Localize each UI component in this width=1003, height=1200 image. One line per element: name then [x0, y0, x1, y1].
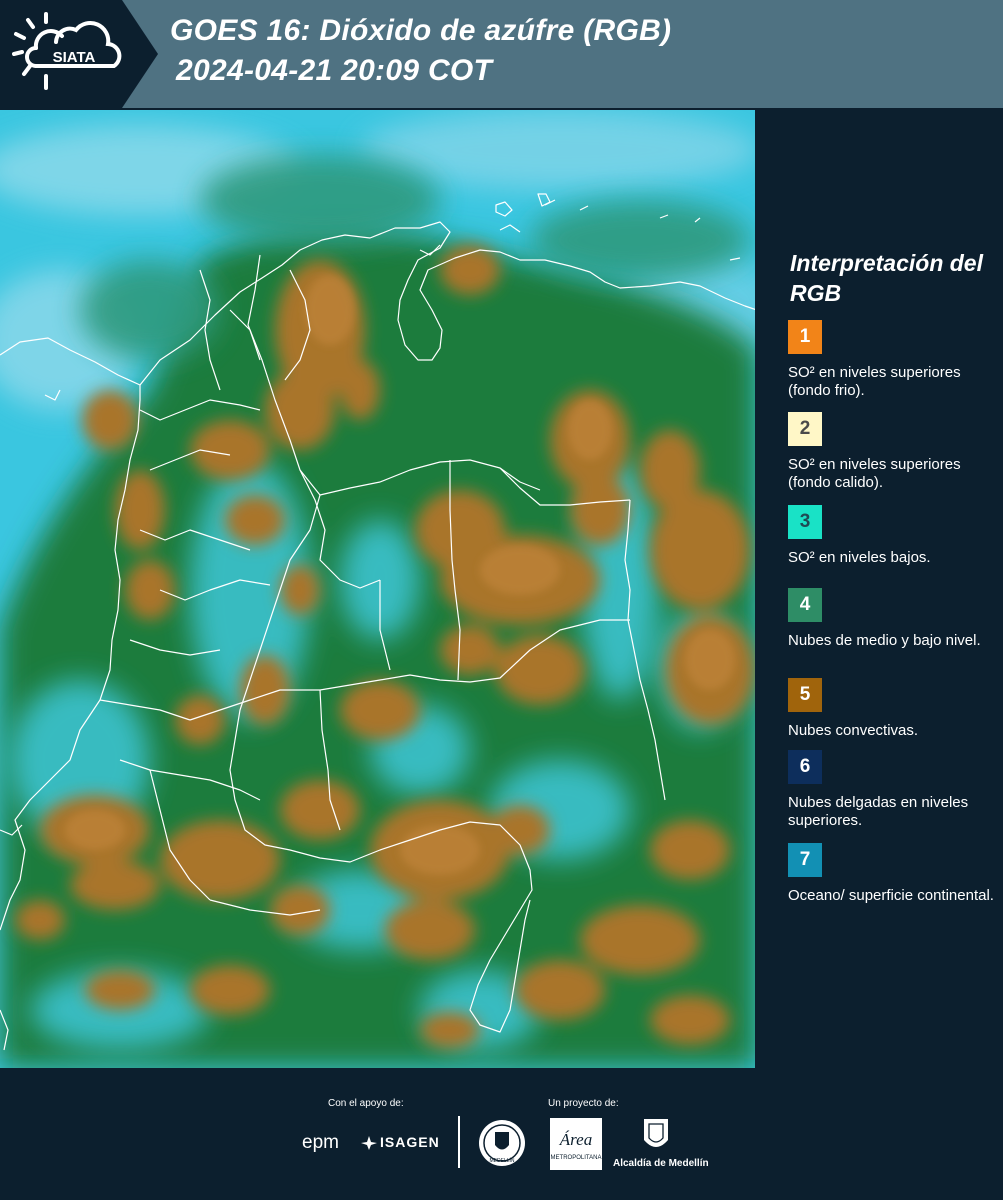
- legend-item: 7 Oceano/ superficie continental.: [788, 843, 998, 905]
- legend-swatch: 1: [788, 320, 822, 354]
- footer: Con el apoyo de: epm ISAGEN Un proyecto …: [0, 1070, 1003, 1200]
- legend-swatch: 6: [788, 750, 822, 784]
- support-label: Con el apoyo de:: [328, 1098, 404, 1109]
- logo-block: SIATA: [0, 0, 158, 108]
- medellin-seal-icon: MEDELLÍN: [479, 1120, 525, 1166]
- legend-description: SO² en niveles superiores (fondo calido)…: [788, 456, 961, 491]
- legend-description: Nubes convectivas.: [788, 722, 919, 739]
- legend-item: 3 SO² en niveles bajos.: [788, 505, 998, 567]
- legend-description: Nubes delgadas en niveles superiores.: [788, 794, 969, 829]
- legend-swatch: 4: [788, 588, 822, 622]
- sponsor-isagen-logo: ISAGEN: [380, 1134, 440, 1150]
- siata-logo: SIATA: [12, 12, 122, 90]
- area-logo-text: Área: [559, 1130, 592, 1149]
- page-timestamp: 2024-04-21 20:09 COT: [176, 54, 493, 87]
- satellite-map[interactable]: [0, 110, 757, 1068]
- area-logo-subtext: METROPOLITANA: [551, 1155, 602, 1161]
- project-label: Un proyecto de:: [548, 1098, 619, 1109]
- footer-divider: [458, 1116, 460, 1168]
- legend-title: Interpretación del RGB: [790, 250, 983, 306]
- logo-text: SIATA: [53, 49, 96, 66]
- page-title: GOES 16: Dióxido de azúfre (RGB): [170, 14, 672, 47]
- header-bar: SIATA GOES 16: Dióxido de azúfre (RGB) 2…: [0, 0, 1003, 108]
- legend-swatch: 3: [788, 505, 822, 539]
- legend-description: SO² en niveles bajos.: [788, 549, 931, 566]
- isagen-icon: [361, 1136, 377, 1150]
- legend-swatch: 2: [788, 412, 822, 446]
- sponsor-epm-logo: epm: [302, 1132, 339, 1153]
- legend-swatch: 7: [788, 843, 822, 877]
- legend-item: 1 SO² en niveles superiores (fondo frio).: [788, 320, 998, 400]
- legend-description: Nubes de medio y bajo nivel.: [788, 632, 981, 649]
- rgb-composite-image: [0, 110, 757, 1068]
- legend-item: 4 Nubes de medio y bajo nivel.: [788, 588, 998, 650]
- alcaldia-logo-text: Alcaldía de Medellín: [613, 1158, 709, 1169]
- medellin-seal-text: MEDELLÍN: [489, 1157, 514, 1164]
- legend-item: 2 SO² en niveles superiores (fondo calido…: [788, 412, 998, 492]
- legend-item: 5 Nubes convectivas.: [788, 678, 998, 740]
- legend-description: SO² en niveles superiores (fondo frio).: [788, 364, 961, 399]
- legend-item: 6 Nubes delgadas en niveles superiores.: [788, 750, 998, 830]
- alcaldia-shield-icon: [644, 1119, 668, 1147]
- legend-description: Oceano/ superficie continental.: [788, 887, 994, 904]
- legend-swatch: 5: [788, 678, 822, 712]
- legend-panel: Interpretación del RGB 1 SO² en niveles s…: [762, 110, 1003, 1068]
- area-metropolitana-logo: Área METROPOLITANA: [550, 1118, 602, 1170]
